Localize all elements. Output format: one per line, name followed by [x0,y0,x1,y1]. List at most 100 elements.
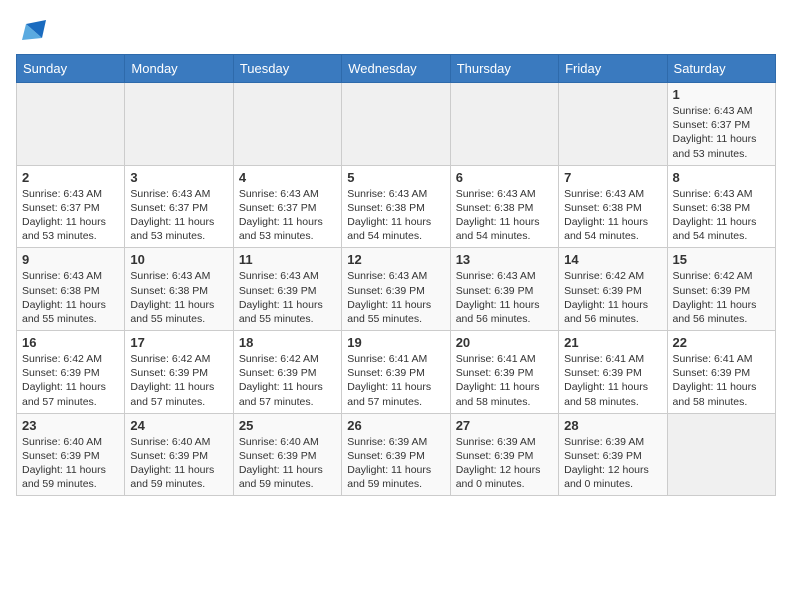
day-number: 1 [673,87,770,102]
day-info: Sunrise: 6:43 AM Sunset: 6:38 PM Dayligh… [347,187,444,244]
day-number: 16 [22,335,119,350]
day-info: Sunrise: 6:43 AM Sunset: 6:38 PM Dayligh… [673,187,770,244]
day-number: 25 [239,418,336,433]
weekday-header-thursday: Thursday [450,55,558,83]
day-info: Sunrise: 6:40 AM Sunset: 6:39 PM Dayligh… [239,435,336,492]
day-info: Sunrise: 6:43 AM Sunset: 6:37 PM Dayligh… [130,187,227,244]
day-info: Sunrise: 6:43 AM Sunset: 6:39 PM Dayligh… [347,269,444,326]
calendar-cell: 2 Sunrise: 6:43 AM Sunset: 6:37 PM Daylig… [17,165,125,248]
day-number: 21 [564,335,661,350]
day-info: Sunrise: 6:43 AM Sunset: 6:37 PM Dayligh… [22,187,119,244]
day-info: Sunrise: 6:43 AM Sunset: 6:37 PM Dayligh… [239,187,336,244]
calendar-cell: 6 Sunrise: 6:43 AM Sunset: 6:38 PM Daylig… [450,165,558,248]
calendar-cell: 20 Sunrise: 6:41 AM Sunset: 6:39 PM Dayli… [450,331,558,414]
calendar-cell [667,413,775,496]
day-number: 7 [564,170,661,185]
calendar-cell: 28 Sunrise: 6:39 AM Sunset: 6:39 PM Dayli… [559,413,667,496]
calendar-cell [17,83,125,166]
calendar-cell [450,83,558,166]
calendar: SundayMondayTuesdayWednesdayThursdayFrid… [16,54,776,496]
calendar-cell: 26Sunrise: 6:39 AM Sunset: 6:39 PM Dayli… [342,413,450,496]
day-info: Sunrise: 6:40 AM Sunset: 6:39 PM Dayligh… [130,435,227,492]
weekday-header-friday: Friday [559,55,667,83]
day-info: Sunrise: 6:39 AM Sunset: 6:39 PM Dayligh… [456,435,553,492]
calendar-cell: 13 Sunrise: 6:43 AM Sunset: 6:39 PM Dayli… [450,248,558,331]
day-number: 4 [239,170,336,185]
day-info: Sunrise: 6:42 AM Sunset: 6:39 PM Dayligh… [673,269,770,326]
day-number: 2 [22,170,119,185]
calendar-cell: 3 Sunrise: 6:43 AM Sunset: 6:37 PM Daylig… [125,165,233,248]
day-info: Sunrise: 6:40 AM Sunset: 6:39 PM Dayligh… [22,435,119,492]
day-info: Sunrise: 6:43 AM Sunset: 6:38 PM Dayligh… [22,269,119,326]
weekday-header-saturday: Saturday [667,55,775,83]
day-number: 14 [564,252,661,267]
calendar-cell: 22 Sunrise: 6:41 AM Sunset: 6:39 PM Dayli… [667,331,775,414]
day-info: Sunrise: 6:41 AM Sunset: 6:39 PM Dayligh… [673,352,770,409]
day-info: Sunrise: 6:42 AM Sunset: 6:39 PM Dayligh… [239,352,336,409]
day-info: Sunrise: 6:42 AM Sunset: 6:39 PM Dayligh… [564,269,661,326]
logo-icon [18,16,48,46]
weekday-header-monday: Monday [125,55,233,83]
calendar-cell: 9 Sunrise: 6:43 AM Sunset: 6:38 PM Daylig… [17,248,125,331]
calendar-cell: 1 Sunrise: 6:43 AM Sunset: 6:37 PM Daylig… [667,83,775,166]
calendar-cell [342,83,450,166]
day-info: Sunrise: 6:43 AM Sunset: 6:39 PM Dayligh… [239,269,336,326]
calendar-cell [233,83,341,166]
calendar-cell: 15 Sunrise: 6:42 AM Sunset: 6:39 PM Dayli… [667,248,775,331]
day-number: 9 [22,252,119,267]
day-number: 3 [130,170,227,185]
week-row-2: 2 Sunrise: 6:43 AM Sunset: 6:37 PM Daylig… [17,165,776,248]
day-number: 6 [456,170,553,185]
day-info: Sunrise: 6:41 AM Sunset: 6:39 PM Dayligh… [564,352,661,409]
day-info: Sunrise: 6:43 AM Sunset: 6:38 PM Dayligh… [130,269,227,326]
calendar-cell: 14 Sunrise: 6:42 AM Sunset: 6:39 PM Dayli… [559,248,667,331]
day-number: 23 [22,418,119,433]
calendar-cell: 21 Sunrise: 6:41 AM Sunset: 6:39 PM Dayli… [559,331,667,414]
weekday-header-wednesday: Wednesday [342,55,450,83]
day-number: 20 [456,335,553,350]
calendar-cell: 25 Sunrise: 6:40 AM Sunset: 6:39 PM Dayli… [233,413,341,496]
day-info: Sunrise: 6:41 AM Sunset: 6:39 PM Dayligh… [456,352,553,409]
day-number: 27 [456,418,553,433]
day-info: Sunrise: 6:39 AM Sunset: 6:39 PM Dayligh… [347,435,444,492]
day-number: 13 [456,252,553,267]
week-row-3: 9 Sunrise: 6:43 AM Sunset: 6:38 PM Daylig… [17,248,776,331]
calendar-cell: 24Sunrise: 6:40 AM Sunset: 6:39 PM Dayli… [125,413,233,496]
calendar-cell: 7 Sunrise: 6:43 AM Sunset: 6:38 PM Daylig… [559,165,667,248]
day-info: Sunrise: 6:43 AM Sunset: 6:37 PM Dayligh… [673,104,770,161]
calendar-cell: 23 Sunrise: 6:40 AM Sunset: 6:39 PM Dayli… [17,413,125,496]
calendar-cell [125,83,233,166]
day-info: Sunrise: 6:43 AM Sunset: 6:39 PM Dayligh… [456,269,553,326]
day-info: Sunrise: 6:43 AM Sunset: 6:38 PM Dayligh… [564,187,661,244]
calendar-cell: 11Sunrise: 6:43 AM Sunset: 6:39 PM Dayli… [233,248,341,331]
day-number: 22 [673,335,770,350]
week-row-1: 1 Sunrise: 6:43 AM Sunset: 6:37 PM Daylig… [17,83,776,166]
header [16,16,776,46]
day-info: Sunrise: 6:41 AM Sunset: 6:39 PM Dayligh… [347,352,444,409]
day-number: 18 [239,335,336,350]
week-row-4: 16 Sunrise: 6:42 AM Sunset: 6:39 PM Dayli… [17,331,776,414]
weekday-header-sunday: Sunday [17,55,125,83]
day-info: Sunrise: 6:43 AM Sunset: 6:38 PM Dayligh… [456,187,553,244]
weekday-header-row: SundayMondayTuesdayWednesdayThursdayFrid… [17,55,776,83]
calendar-cell: 5Sunrise: 6:43 AM Sunset: 6:38 PM Daylig… [342,165,450,248]
day-number: 15 [673,252,770,267]
day-number: 19 [347,335,444,350]
calendar-cell: 10 Sunrise: 6:43 AM Sunset: 6:38 PM Dayli… [125,248,233,331]
day-info: Sunrise: 6:42 AM Sunset: 6:39 PM Dayligh… [22,352,119,409]
day-number: 10 [130,252,227,267]
calendar-cell: 8 Sunrise: 6:43 AM Sunset: 6:38 PM Daylig… [667,165,775,248]
calendar-cell: 27 Sunrise: 6:39 AM Sunset: 6:39 PM Dayli… [450,413,558,496]
calendar-cell: 4 Sunrise: 6:43 AM Sunset: 6:37 PM Daylig… [233,165,341,248]
day-number: 12 [347,252,444,267]
calendar-cell: 19 Sunrise: 6:41 AM Sunset: 6:39 PM Dayli… [342,331,450,414]
day-number: 28 [564,418,661,433]
calendar-cell [559,83,667,166]
calendar-body: 1 Sunrise: 6:43 AM Sunset: 6:37 PM Daylig… [17,83,776,496]
weekday-header-tuesday: Tuesday [233,55,341,83]
week-row-5: 23 Sunrise: 6:40 AM Sunset: 6:39 PM Dayli… [17,413,776,496]
day-info: Sunrise: 6:39 AM Sunset: 6:39 PM Dayligh… [564,435,661,492]
day-number: 8 [673,170,770,185]
day-info: Sunrise: 6:42 AM Sunset: 6:39 PM Dayligh… [130,352,227,409]
calendar-cell: 12 Sunrise: 6:43 AM Sunset: 6:39 PM Dayli… [342,248,450,331]
